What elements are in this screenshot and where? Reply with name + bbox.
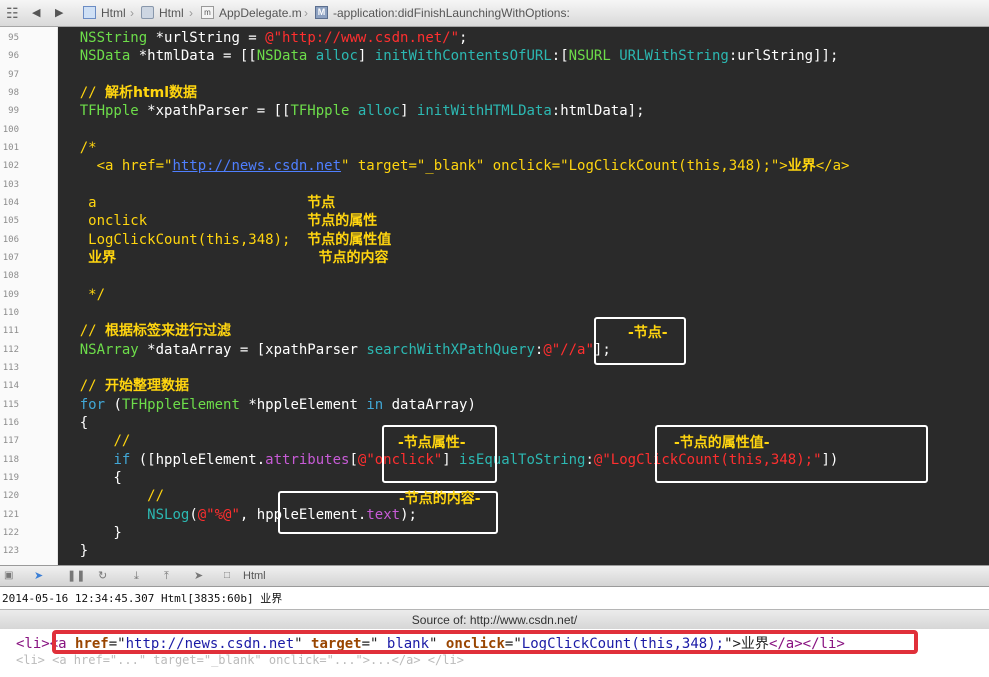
project-icon [83,6,96,19]
code-line: // [113,433,131,450]
m-file-icon: m [201,6,214,19]
code-line: */ [88,286,106,303]
line-number: 118 [2,454,19,465]
line-number: 101 [2,142,19,153]
code-line: // 开始整理数据 [79,378,190,395]
line-number: 99 [8,106,19,117]
simulate-location-icon[interactable]: ➤ [194,570,203,582]
code-editor[interactable]: } } NSLog(@"%@", hppleElement.text); // … [58,27,989,565]
code-line: NSString *urlString = @"http://www.csdn.… [79,30,468,46]
line-number: 97 [8,69,19,80]
code-line: TFHpple *xpathParser = [[TFHpple alloc] … [79,103,645,120]
crumb-separator: › [130,6,134,20]
breakpoints-toggle-icon[interactable]: ➤ [34,570,43,582]
jump-bar: ☷ ◀ ▶ Html › Html › m AppDelegate.m › M … [0,0,989,27]
line-number: 104 [2,197,19,208]
pause-icon[interactable]: ❚❚ [67,570,85,582]
debug-bar: ▣ ➤ ❚❚ ↻ ⤓ ⤒ ➤ □ Html [0,565,989,587]
forward-arrow-icon[interactable]: ▶ [55,0,63,26]
source-panel[interactable]: <li><a href="http://news.csdn.net" targe… [0,629,989,677]
line-number: 121 [2,509,19,520]
code-line: { [113,469,122,486]
line-number: 100 [2,124,19,135]
line-number: 102 [2,161,19,172]
crumb-separator: › [189,6,193,20]
line-number: 114 [2,381,19,392]
code-line: // 根据标签来进行过滤 [79,323,232,340]
line-number: 113 [2,362,19,373]
line-number: 112 [2,344,19,355]
source-line-partial: <li> <a href="..." target="_blank" oncli… [16,653,464,667]
line-number: 106 [2,234,19,245]
line-number: 116 [2,417,19,428]
line-number: 103 [2,179,19,190]
line-number: 110 [2,307,19,318]
debug-target-label[interactable]: Html [243,570,266,582]
crumb-separator: › [304,6,308,20]
code-line: } [113,524,122,541]
line-number: 115 [2,399,19,410]
code-line: <a href="http://news.csdn.net" target="_… [58,158,850,175]
crumb-file[interactable]: AppDelegate.m [219,0,302,26]
code-line: // [147,488,165,505]
code-line: onclick 节点的属性 [58,213,378,230]
console-output[interactable]: 2014-05-16 12:34:45.307 Html[3835:60b] 业… [0,587,989,609]
annotation-attr-name-label: -节点属性- [398,435,466,451]
source-highlight-box [52,630,918,654]
annotation-node-label: -节点- [628,325,668,341]
code-line: { [79,414,89,431]
line-number: 105 [2,216,19,227]
hide-debug-area-icon[interactable]: ▣ [4,570,13,582]
line-number: 122 [2,527,19,538]
crumb-method[interactable]: -application:didFinishLaunchingWithOptio… [333,0,570,26]
step-out-icon[interactable]: ⤒ [164,570,169,582]
code-line: LogClickCount(this,348); 节点的属性值 [58,231,392,248]
source-panel-header: Source of: http://www.csdn.net/ [0,609,989,629]
crumb-project[interactable]: Html [101,0,126,26]
line-number: 119 [2,472,19,483]
annotation-attr-value-label: -节点的属性值- [674,435,770,451]
line-number: 108 [2,271,19,282]
method-icon: M [315,6,328,19]
line-number: 117 [2,436,19,447]
code-line: for (TFHppleElement *hppleElement in dat… [79,396,476,413]
code-line: NSArray *dataArray = [xpathParser search… [79,341,611,358]
line-number: 123 [2,546,19,557]
step-over-icon[interactable]: ↻ [98,570,107,582]
line-number: 96 [8,51,19,62]
code-line: a 节点 [58,194,336,211]
code-line: NSData *htmlData = [[NSData alloc] initW… [79,48,839,65]
code-line: // 解析html数据 [79,84,198,101]
related-items-icon[interactable]: ☷ [6,0,19,26]
back-arrow-icon[interactable]: ◀ [32,0,40,26]
crumb-folder[interactable]: Html [159,0,184,26]
annotation-content-label: -节点的内容- [399,491,481,507]
line-number: 98 [8,87,19,98]
line-number: 95 [8,33,19,43]
step-into-icon[interactable]: ⤓ [134,570,139,582]
source-panel-title: Source of: http://www.csdn.net/ [411,613,578,627]
line-number-gutter: 95 96 97 98 99 100 101 102 103 104 105 106 107 108 109… [0,27,58,565]
code-line: /* [79,139,97,156]
code-line: } [79,543,89,560]
target-icon: □ [224,570,231,581]
line-number: 120 [2,491,19,502]
line-number: 109 [2,289,19,300]
line-number: 107 [2,252,19,263]
line-number: 111 [2,326,19,337]
code-line: 业界 节点的内容 [88,249,389,266]
console-log-line: 2014-05-16 12:34:45.307 Html[3835:60b] 业… [2,592,283,605]
folder-icon [141,6,154,19]
